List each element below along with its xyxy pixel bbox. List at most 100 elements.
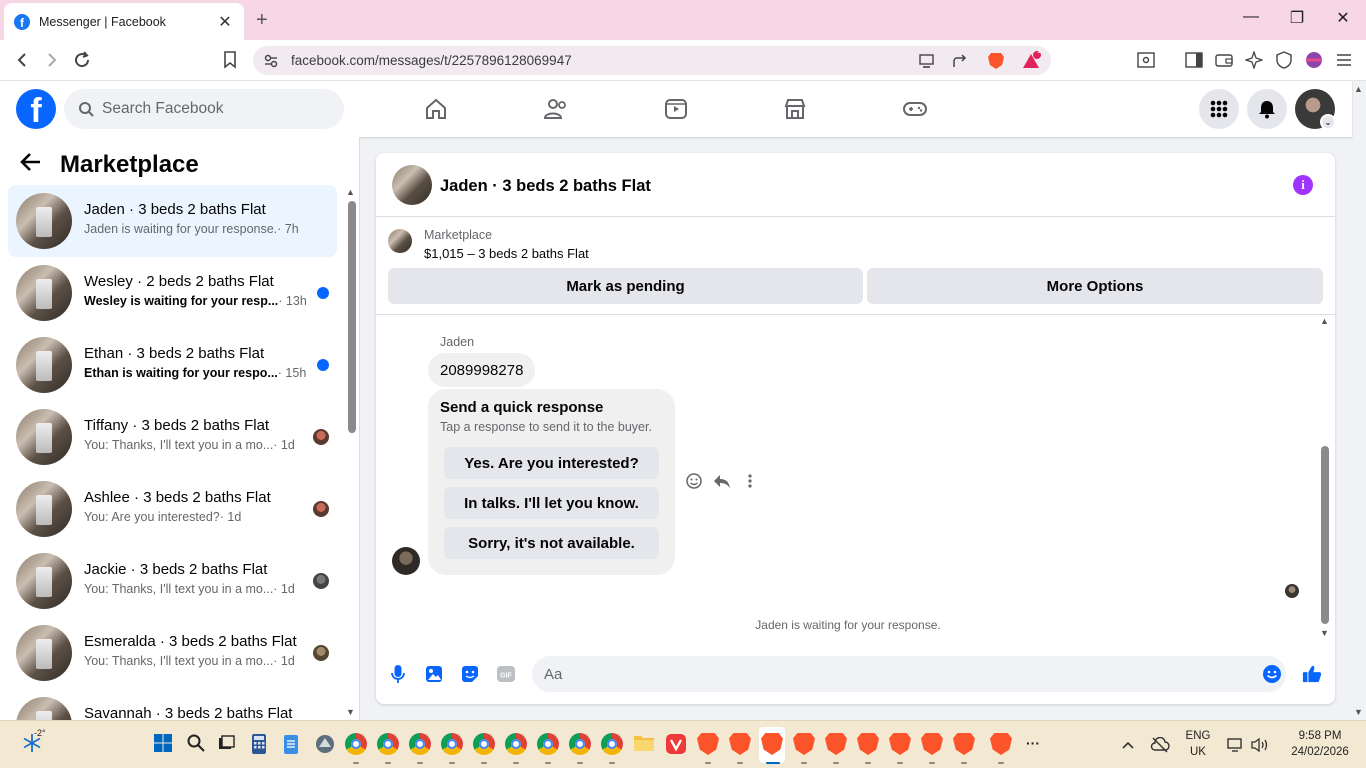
- home-icon[interactable]: [422, 95, 450, 123]
- conversation-item-wesley[interactable]: Wesley · 2 beds 2 baths Flat Wesley is w…: [8, 257, 337, 329]
- brave-icon[interactable]: [953, 733, 975, 755]
- chrome-icon[interactable]: [441, 733, 463, 755]
- quick-response-yes-button[interactable]: Yes. Are you interested?: [444, 447, 659, 479]
- message-bubble[interactable]: 2089998278: [428, 353, 536, 387]
- brave-icon[interactable]: [825, 733, 847, 755]
- brave-icon[interactable]: [697, 733, 719, 755]
- chrome-icon[interactable]: [377, 733, 399, 755]
- sender-avatar[interactable]: [392, 547, 420, 575]
- browser-menu-icon[interactable]: [1333, 49, 1355, 71]
- reply-icon[interactable]: [712, 471, 732, 491]
- quick-response-in-talks-button[interactable]: In talks. I'll let you know.: [444, 487, 659, 519]
- reload-icon[interactable]: [71, 49, 93, 71]
- page-scroll-down-arrow-icon[interactable]: ▼: [1354, 707, 1363, 717]
- conversation-item-jackie[interactable]: Jackie · 3 beds 2 baths Flat You: Thanks…: [8, 545, 337, 617]
- chrome-icon[interactable]: [505, 733, 527, 755]
- chrome-icon[interactable]: [601, 733, 623, 755]
- scroll-up-arrow-icon[interactable]: ▲: [1320, 316, 1329, 326]
- brave-icon[interactable]: [729, 733, 751, 755]
- conversation-list-scrollbar[interactable]: [348, 201, 356, 433]
- chevron-up-icon[interactable]: [1118, 735, 1138, 755]
- address-bar[interactable]: facebook.com/messages/t/2257896128069947…: [253, 46, 1051, 75]
- sidebar-toggle-icon[interactable]: [1183, 49, 1205, 71]
- reader-mode-icon[interactable]: [1135, 49, 1157, 71]
- react-emoji-icon[interactable]: [684, 471, 704, 491]
- cast-icon[interactable]: [917, 51, 937, 71]
- message-input[interactable]: [532, 656, 1286, 692]
- scroll-down-arrow-icon[interactable]: ▼: [346, 707, 355, 717]
- clock-date[interactable]: 24/02/2026: [1282, 746, 1358, 758]
- brave-icon[interactable]: [921, 733, 943, 755]
- conversation-item-ashlee[interactable]: Ashlee · 3 beds 2 baths Flat You: Are yo…: [8, 473, 337, 545]
- vpn-icon[interactable]: [1273, 49, 1295, 71]
- brave-shields-icon[interactable]: [986, 51, 1006, 71]
- menu-grid-icon[interactable]: [1199, 89, 1239, 129]
- input-region[interactable]: UK: [1180, 746, 1216, 758]
- notepad-icon[interactable]: [282, 733, 304, 755]
- leo-ai-icon[interactable]: [1243, 49, 1265, 71]
- microphone-icon[interactable]: [388, 664, 408, 684]
- chrome-icon[interactable]: [537, 733, 559, 755]
- brave-icon[interactable]: [990, 733, 1012, 755]
- listing-price-title[interactable]: $1,015 – 3 beds 2 baths Flat: [424, 246, 589, 261]
- search-icon[interactable]: [186, 733, 208, 755]
- wallet-icon[interactable]: [1213, 49, 1235, 71]
- brave-icon[interactable]: [793, 733, 815, 755]
- more-options-button[interactable]: More Options: [867, 268, 1323, 304]
- search-input[interactable]: [102, 100, 322, 118]
- cloud-offline-icon[interactable]: [1150, 735, 1170, 755]
- clock-time[interactable]: 9:58 PM: [1282, 730, 1358, 742]
- profile-icon[interactable]: [1303, 49, 1325, 71]
- page-scroll-up-arrow-icon[interactable]: ▲: [1354, 84, 1363, 94]
- conversation-item-savannah[interactable]: Savannah · 3 beds 2 baths Flat: [8, 689, 337, 720]
- watch-icon[interactable]: [662, 95, 690, 123]
- calculator-icon[interactable]: [250, 733, 272, 755]
- chrome-icon[interactable]: [569, 733, 591, 755]
- start-windows-icon[interactable]: [153, 733, 175, 755]
- brave-icon[interactable]: [857, 733, 879, 755]
- app-icon[interactable]: [314, 733, 336, 755]
- brave-icon[interactable]: [889, 733, 911, 755]
- maximize-button[interactable]: ❐: [1282, 8, 1312, 28]
- notifications-bell-icon[interactable]: [1247, 89, 1287, 129]
- thumbs-up-icon[interactable]: [1302, 664, 1322, 684]
- gaming-icon[interactable]: [901, 95, 929, 123]
- info-icon[interactable]: i: [1293, 175, 1313, 195]
- marketplace-icon[interactable]: [781, 95, 809, 123]
- forward-icon[interactable]: [40, 49, 62, 71]
- more-apps-overflow[interactable]: ···: [1022, 735, 1044, 751]
- facebook-search[interactable]: [64, 89, 344, 129]
- chrome-icon[interactable]: [345, 733, 367, 755]
- message-thread-scrollbar[interactable]: [1321, 446, 1329, 624]
- more-vertical-icon[interactable]: [740, 471, 760, 491]
- gif-icon[interactable]: GIF: [496, 664, 516, 684]
- photo-icon[interactable]: [424, 664, 444, 684]
- conversation-item-tiffany[interactable]: Tiffany · 3 beds 2 baths Flat You: Thank…: [8, 401, 337, 473]
- tab-close-icon[interactable]: ✕: [216, 12, 234, 32]
- new-tab-button[interactable]: +: [256, 9, 268, 32]
- browser-tab-messenger[interactable]: f Messenger | Facebook ✕: [4, 3, 244, 40]
- chrome-icon[interactable]: [473, 733, 495, 755]
- chat-title[interactable]: Jaden · 3 beds 2 baths Flat: [440, 177, 651, 196]
- sticker-icon[interactable]: [460, 664, 480, 684]
- minimize-button[interactable]: —: [1236, 8, 1266, 26]
- scroll-up-arrow-icon[interactable]: ▲: [346, 187, 355, 197]
- scroll-down-arrow-icon[interactable]: ▼: [1320, 628, 1329, 638]
- network-icon[interactable]: [1226, 735, 1246, 755]
- share-icon[interactable]: [950, 51, 970, 71]
- close-window-button[interactable]: ✕: [1328, 8, 1358, 28]
- volume-icon[interactable]: [1250, 735, 1270, 755]
- emoji-icon[interactable]: [1262, 664, 1282, 684]
- chrome-icon[interactable]: [409, 733, 431, 755]
- file-explorer-icon[interactable]: [633, 733, 655, 755]
- back-icon[interactable]: [12, 49, 34, 71]
- input-language[interactable]: ENG: [1180, 730, 1216, 742]
- vivaldi-icon[interactable]: [665, 733, 687, 755]
- conversation-item-ethan[interactable]: Ethan · 3 beds 2 baths Flat Ethan is wai…: [8, 329, 337, 401]
- friends-icon[interactable]: [542, 95, 570, 123]
- site-settings-icon[interactable]: [261, 51, 281, 71]
- chat-avatar[interactable]: [392, 165, 432, 205]
- task-view-icon[interactable]: [216, 733, 238, 755]
- listing-thumbnail[interactable]: [388, 229, 412, 253]
- chevron-down-icon[interactable]: ⌄: [1320, 114, 1336, 130]
